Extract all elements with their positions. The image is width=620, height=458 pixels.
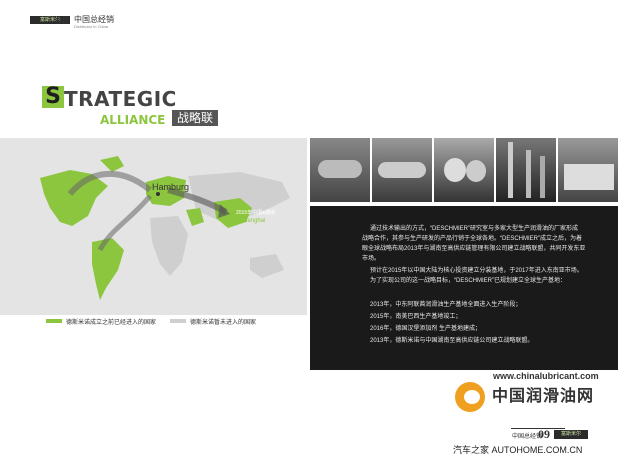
autohome-watermark: 汽车之家 AUTOHOME.COM.CN xyxy=(453,445,583,455)
map-greenland xyxy=(100,156,124,172)
timeline-item: 2013年，中东阿联酋润滑油生产基地全面进入生产阶段； xyxy=(370,302,522,308)
legend-label-not-entered: 德斯米诺暂未进入的国家 xyxy=(190,320,257,326)
legend-swatch-not-entered xyxy=(170,319,186,323)
legend-label-entered: 德斯米诺成立之前已经进入的国家 xyxy=(66,320,157,326)
paragraph-1-line-2: 战略合作，其参与生产研发的产品行销于全球各地。“DESCHMIER”成立之后，为… xyxy=(362,236,583,242)
shanghai-label: Shanghai xyxy=(240,218,265,224)
photo-industrial-plant-2 xyxy=(372,138,432,202)
china-label: 2015年中国●湖南 xyxy=(236,209,275,216)
hamburg-dot xyxy=(156,192,160,196)
heading-alliance: ALLIANCE xyxy=(100,113,166,127)
paragraph-1-line-1: 通过技术输出的方式，“DESCHMIER”研究室与多家大型生产润滑油的厂家形成 xyxy=(370,226,579,232)
hamburg-label: Hamburg xyxy=(152,182,189,192)
description-panel: 通过技术输出的方式，“DESCHMIER”研究室与多家大型生产润滑油的厂家形成 … xyxy=(310,206,618,370)
heading-strategic: TRATEGIC xyxy=(64,87,177,111)
heading-chinese: 战略联盟 xyxy=(172,110,218,141)
paragraph-1-line-4: 市场。 xyxy=(362,256,381,262)
paragraph-1-line-3: 眼全球战略布局2013年与湖南至高供应链管理有限公司建立战略联盟，共同开发东亚 xyxy=(362,246,586,252)
site-name: 中国润滑油网 xyxy=(492,388,595,405)
brand-logo-bottom: 富斯米尔 xyxy=(554,430,588,439)
paragraph-2-line-1: 预计在2015年以中国大陆为核心投资建立分装基地，于2017年进入东南亚市场。 xyxy=(370,268,583,274)
photo-refinery-towers xyxy=(496,138,556,202)
world-map: Hamburg 2015年中国●湖南 Shanghai xyxy=(0,138,307,315)
map-south-america xyxy=(92,238,124,300)
site-url: www.chinalubricant.com xyxy=(493,371,599,381)
map-africa xyxy=(150,216,188,276)
timeline-item: 2013年，德斯米诺与中国湖南至高供应链公司建立战略联盟。 xyxy=(370,338,534,344)
timeline-item: 2016年，德国汉堡添加剂 生产基地建成； xyxy=(370,326,482,332)
photo-storage-tanks xyxy=(434,138,494,202)
legend-swatch-entered xyxy=(46,319,62,323)
page-number-right: 09 xyxy=(538,427,550,441)
timeline-item: 2015年，南美巴西生产基地竣工； xyxy=(370,314,462,320)
map-australia xyxy=(250,254,284,278)
chinalubricant-logo-icon xyxy=(455,382,485,412)
photo-strip xyxy=(310,138,618,202)
header-subtitle: Distributor in China xyxy=(74,24,109,29)
photo-industrial-plant-1 xyxy=(310,138,370,202)
page-number-left: 08 xyxy=(56,13,68,27)
arrow-hamburg-to-south xyxy=(97,194,152,252)
world-map-svg: Hamburg 2015年中国●湖南 Shanghai xyxy=(40,156,290,300)
paragraph-2-line-2: 为了实现公司的这一战略目标，“DESCHMIER”已规划建立全球生产基地： xyxy=(370,278,567,284)
heading-initial: S xyxy=(42,86,64,108)
photo-factory-building xyxy=(558,138,618,202)
